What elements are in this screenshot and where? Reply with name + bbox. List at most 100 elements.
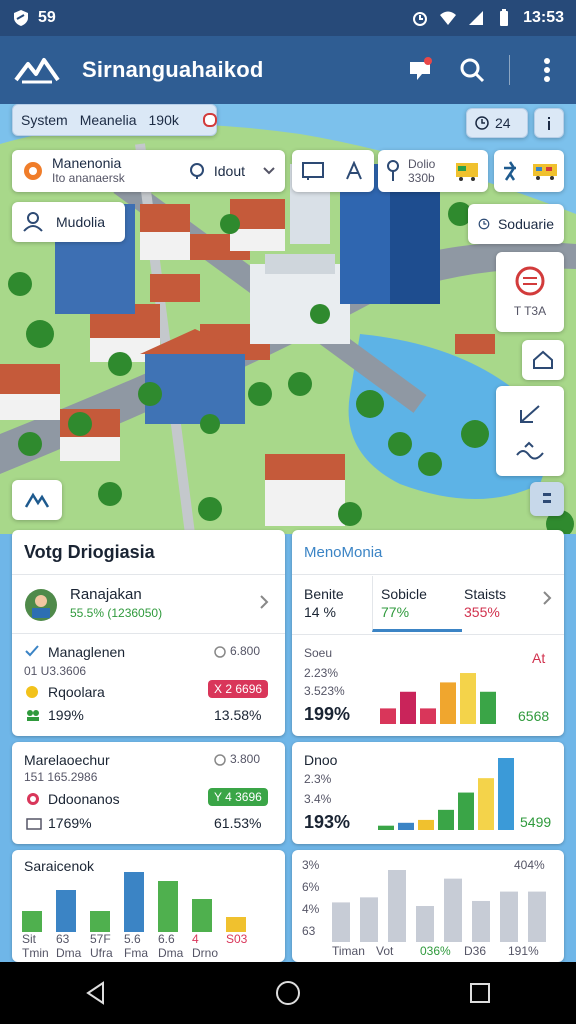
chart-bar [400, 691, 416, 724]
home-button[interactable] [522, 340, 564, 380]
location-title: Manenonia [52, 155, 122, 171]
carrier-text: 59 [38, 9, 56, 26]
location-subtitle: Ito ananaersk [52, 171, 125, 185]
chart-bar [22, 911, 42, 932]
chart-l2: 3.523% [304, 684, 345, 698]
chart-bar [388, 870, 406, 942]
overview-row-user[interactable]: Ranajakan 55.5% (1236050) [12, 576, 285, 632]
text-tool-icon[interactable] [344, 161, 364, 181]
stop-sign-icon [515, 266, 545, 296]
chevron-right-icon [260, 595, 269, 609]
system-nav-bar [0, 962, 576, 1024]
chevron-down-icon[interactable] [263, 167, 275, 175]
settings-chip-label: Soduarie [497, 216, 554, 232]
chart-label: 63 [56, 932, 70, 946]
map-view-icon[interactable] [302, 161, 324, 181]
location-search-card[interactable]: Manenonia Ito ananaersk Idout [12, 150, 285, 192]
search-button[interactable] [457, 55, 487, 85]
map-toolbar: System Meanelia 190k [12, 104, 217, 136]
chart-bar [226, 917, 246, 932]
detail-card: Marelaoechur 151 165.2986 3.800 Ddoonano… [12, 742, 285, 844]
compass-icon [24, 492, 50, 508]
rqoolara-label: Rqoolara [48, 684, 105, 700]
chart-bar [192, 899, 212, 932]
side-panel-bottom[interactable] [496, 386, 564, 476]
chart-bar [498, 758, 514, 830]
layers-button[interactable] [530, 482, 564, 516]
tab-sobicle[interactable]: Sobicle 77% [372, 576, 462, 632]
tool-label: Idout [213, 163, 245, 179]
more-button[interactable] [532, 55, 562, 85]
tab-benite[interactable]: Benite 14 % [292, 576, 372, 632]
info-chip-title: Dolio [408, 157, 436, 171]
managers-sub: 01 U3.3606 [24, 664, 87, 678]
tab-staists[interactable]: Staists 355% [462, 576, 564, 632]
city-map[interactable]: System Meanelia 190k 24 Manenonia Ito an… [0, 104, 576, 534]
tree-icon [387, 160, 399, 181]
summary-bar-chart [22, 872, 246, 932]
bar-chart [380, 673, 496, 724]
chart-bar [90, 911, 110, 932]
recents-button[interactable] [460, 973, 500, 1013]
counter-chip[interactable]: 24 [466, 108, 528, 138]
layer-chip[interactable]: Mudolia [12, 202, 125, 242]
compass-button[interactable] [12, 480, 62, 520]
chart-label: 6.6 [158, 932, 175, 946]
chart-bar [56, 890, 76, 932]
detail-right2: 61.53% [214, 815, 262, 831]
wave-icon [516, 441, 544, 459]
tab-value: 14 % [304, 604, 336, 620]
chart-bar [460, 673, 476, 724]
toolbar-code-label[interactable]: 190k [149, 112, 179, 128]
managers-right: 6.800 [230, 644, 261, 658]
stats-card-title: MenoMonia [304, 544, 383, 561]
search-icon [460, 58, 485, 83]
user-icon [23, 212, 43, 232]
overview-card: Votg Driogiasia Ranajakan 55.5% (1236050… [12, 530, 285, 736]
chart-label: 57F [90, 932, 111, 946]
app-screen: { "status_bar": {"carrier": "59", "time"… [0, 0, 576, 1024]
toolbar-manage-label[interactable]: Meanelia [80, 112, 137, 128]
chart-bar [458, 792, 474, 830]
notification-button[interactable] [405, 55, 435, 85]
chart-label: Vot [376, 944, 394, 958]
distribution-labels: Timan Vot 036% D36 191% [332, 944, 554, 960]
y-label-1: 3% [302, 858, 320, 872]
chart-label: Timan [332, 944, 365, 958]
view-toggle-group [292, 150, 374, 192]
info-chip[interactable]: Dolio 330b [378, 150, 488, 192]
chart-l1: 2.23% [304, 666, 339, 680]
alert-marker-icon[interactable] [203, 113, 217, 127]
app-logo-icon[interactable] [14, 52, 60, 88]
y-label-2: 6% [302, 880, 320, 894]
divider [292, 634, 564, 635]
status-bar: 59 13:53 [0, 0, 576, 36]
chart-label: 5.6 [124, 932, 141, 946]
y-label-4: 63 [302, 924, 316, 938]
shield-icon [14, 10, 28, 26]
side-panel-top[interactable]: T T3A [496, 252, 564, 332]
chart-label: 191% [508, 944, 539, 958]
chart-label: 036% [420, 944, 451, 958]
transport-chip[interactable] [494, 150, 564, 192]
vehicle-icon [533, 164, 557, 180]
trend-value: 193% [304, 812, 351, 832]
wifi-icon [440, 11, 457, 25]
battery-icon [500, 9, 509, 26]
chart-bar [380, 708, 396, 724]
settings-chip[interactable]: Soduarie [468, 204, 564, 244]
map-pin-icon [410, 57, 432, 80]
divider [292, 574, 564, 575]
check-icon [25, 645, 39, 657]
chart-bar [438, 809, 454, 830]
chart-bar [472, 900, 490, 942]
clock-settings-icon [478, 218, 490, 230]
home-nav-button[interactable] [268, 973, 308, 1013]
chart-sublabel: Tmin [22, 946, 49, 960]
home-icon [533, 350, 553, 369]
info-button[interactable] [534, 108, 564, 138]
back-button[interactable] [76, 973, 116, 1013]
bus-icon [456, 163, 478, 181]
walk-icon [504, 161, 516, 181]
toolbar-system-label[interactable]: System [21, 112, 68, 128]
